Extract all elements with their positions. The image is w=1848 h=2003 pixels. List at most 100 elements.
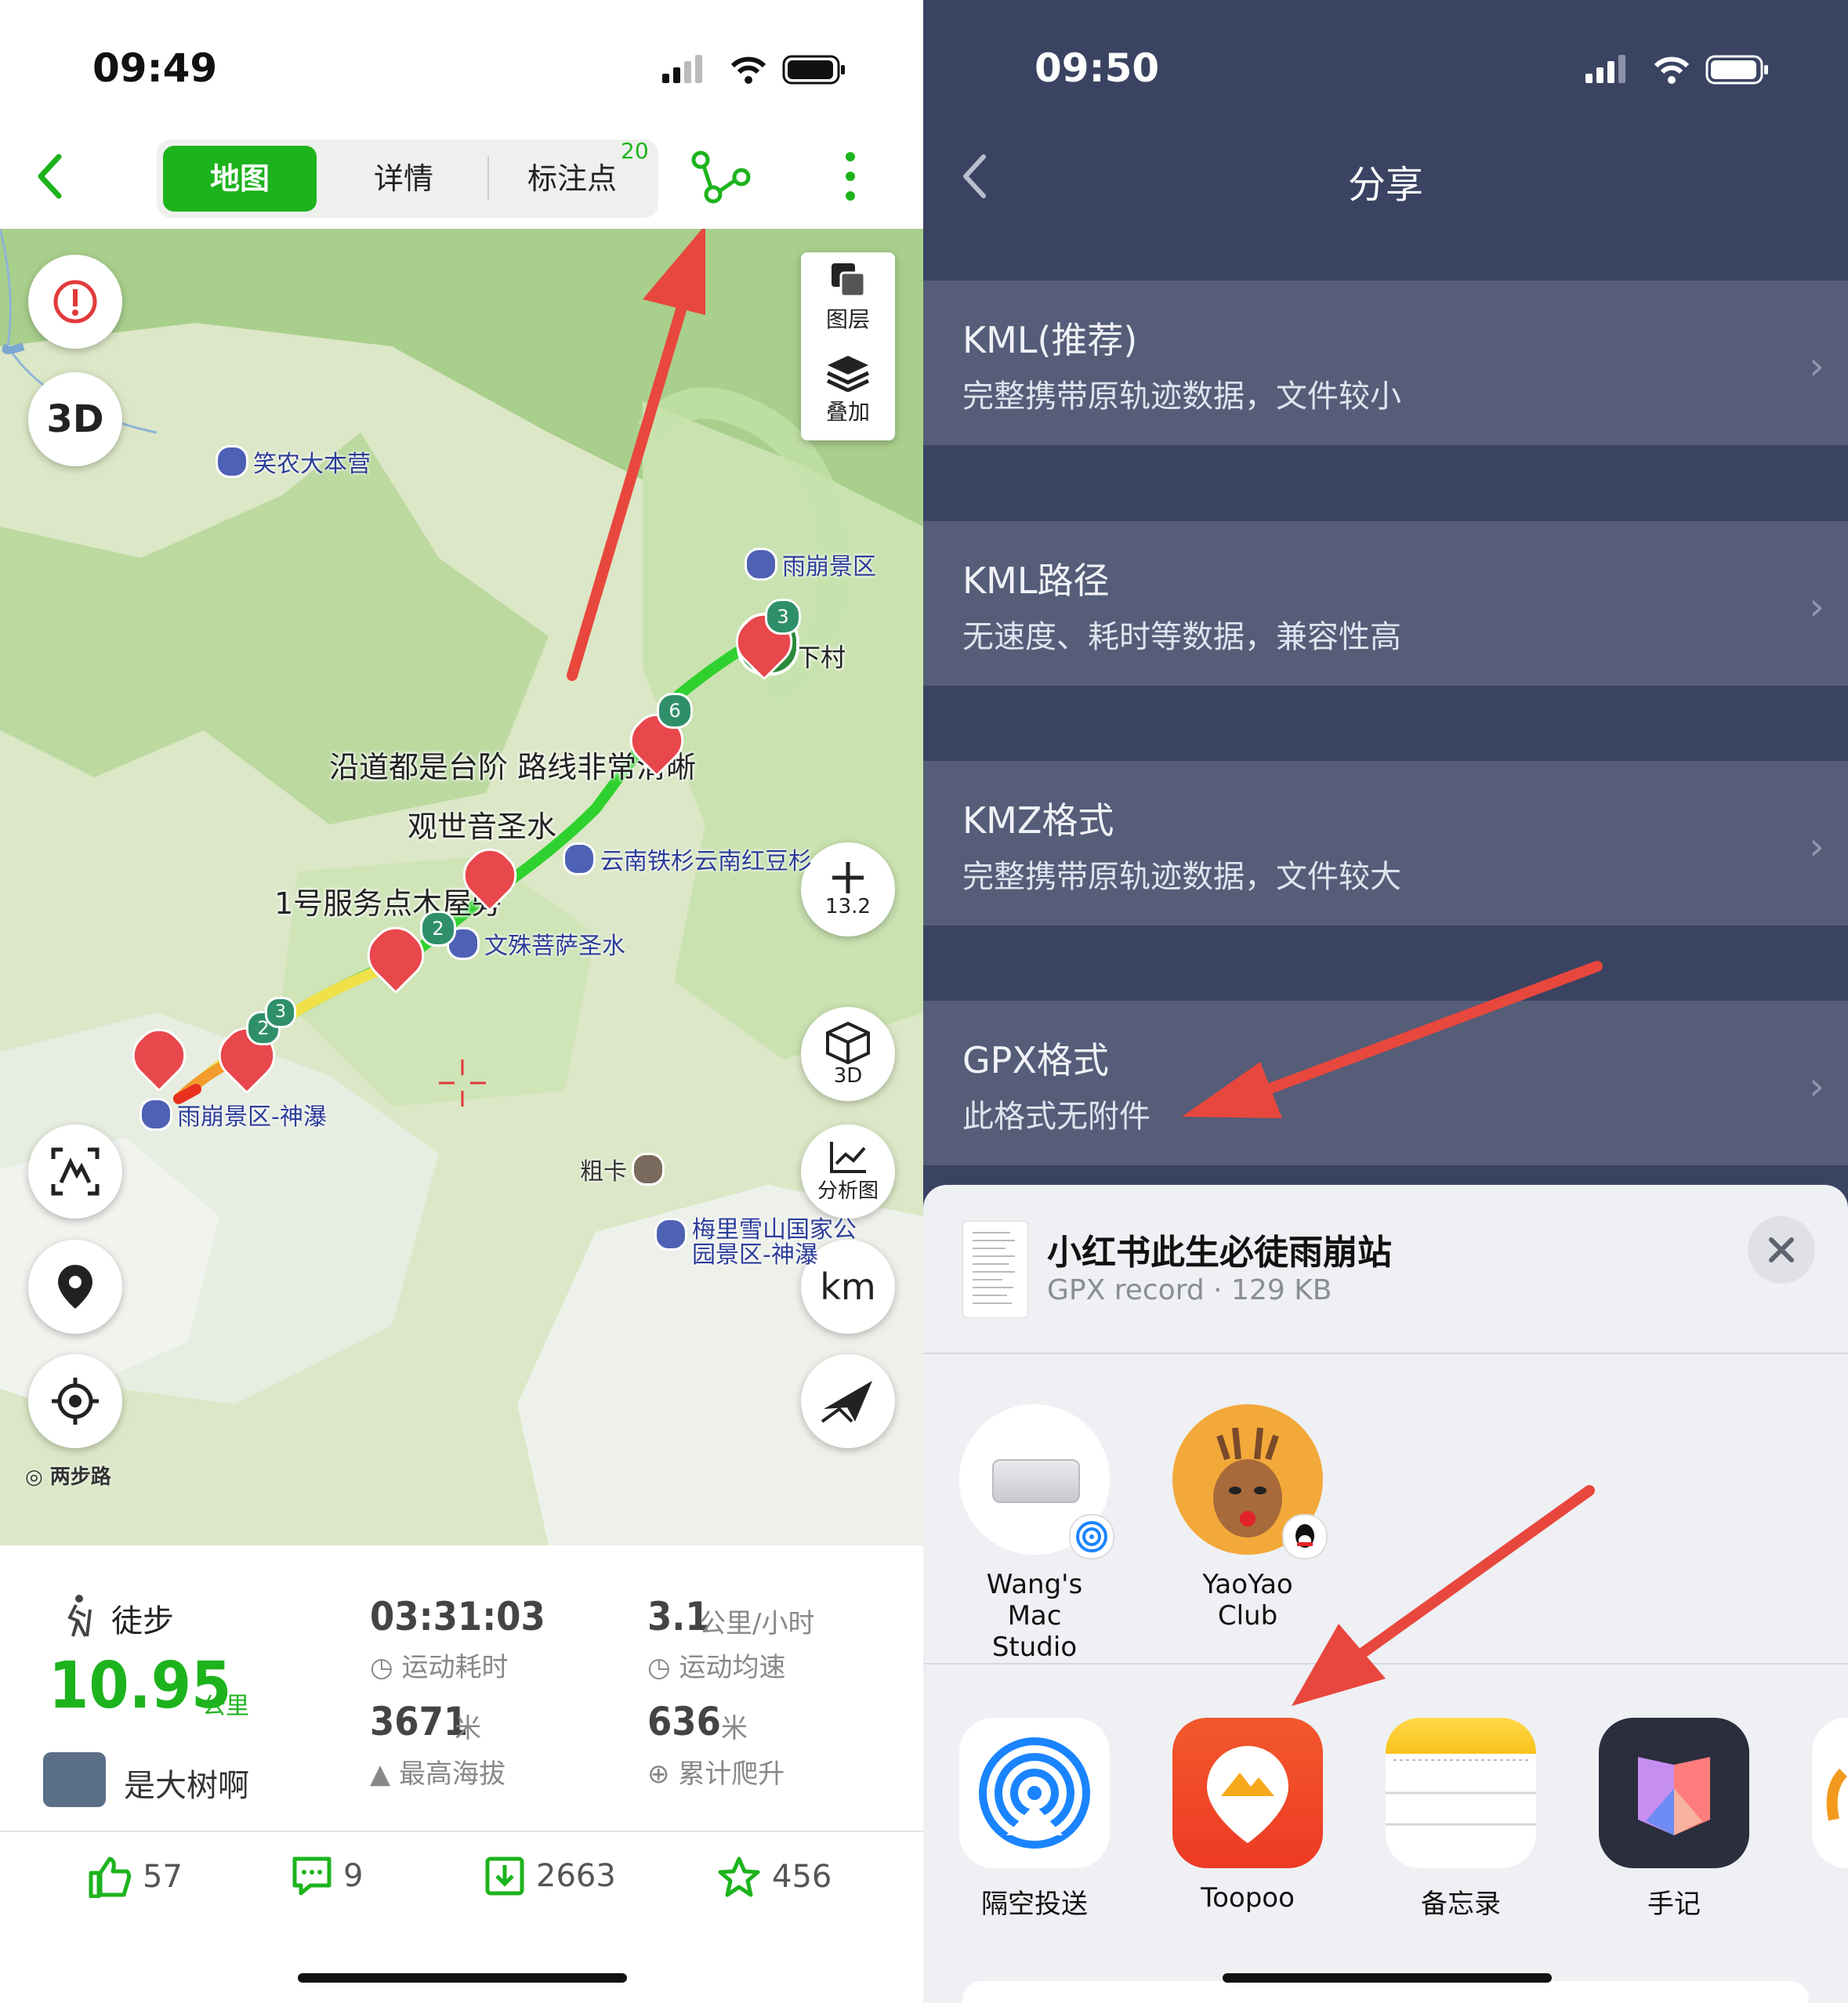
overlay-label: 叠加 (825, 399, 870, 425)
app-notes[interactable]: 备忘录 (1386, 1718, 1536, 1921)
option-kmz[interactable]: KMZ格式 完整携带原轨迹数据，文件较大 › (923, 761, 1848, 925)
option-title: GPX格式 (962, 1039, 1109, 1081)
like-button[interactable]: 57 (88, 1856, 183, 1898)
activity-type: 徒步 (111, 1603, 174, 1639)
option-description: 完整携带原轨迹数据，文件较小 (962, 379, 1401, 415)
back-button[interactable] (31, 149, 71, 207)
airdrop-device-mac-studio[interactable]: Wang's Mac Studio (959, 1404, 1114, 1663)
three-d-toggle[interactable]: 3D (28, 372, 122, 466)
cube-icon (826, 1021, 870, 1064)
option-kml-path[interactable]: KML路径 无速度、耗时等数据，兼容性高 › (923, 521, 1848, 686)
page-title: 分享 (1347, 163, 1423, 207)
poi-label: 云南铁杉云南红豆杉 (600, 848, 812, 875)
speed-label: ◷ 运动均速 (647, 1652, 786, 1683)
like-count: 57 (143, 1859, 183, 1895)
comment-button[interactable]: 9 (292, 1856, 363, 1896)
map-view[interactable]: 3D ◎ 两步路 图层 叠加 13.2 3D 分析图 km 笑农大本营 雨崩景区… (0, 229, 923, 1545)
duration-label: ◷ 运动耗时 (370, 1652, 509, 1683)
xiacun-label: 下村 (795, 643, 846, 672)
distance-unit: 公里 (202, 1693, 249, 1720)
poi-wenshu[interactable]: 文殊菩萨圣水 (447, 926, 625, 961)
three-d-view-button[interactable]: 3D (801, 1007, 895, 1101)
footprint-button[interactable] (28, 1240, 122, 1334)
airdrop-icon (959, 1718, 1110, 1868)
speed-unit: 公里/小时 (699, 1608, 815, 1639)
download-button[interactable]: 2663 (484, 1856, 616, 1896)
navigate-button[interactable] (801, 1354, 895, 1448)
poi-meili[interactable]: 梅里雪山国家公 园景区-神瀑 (654, 1218, 857, 1268)
favorite-button[interactable]: 456 (717, 1856, 832, 1898)
plus-icon (832, 862, 864, 893)
thumbs-up-icon (89, 1856, 132, 1898)
option-title: KML路径 (962, 560, 1110, 602)
poi-label: 梅里雪山国家公 园景区-神瀑 (692, 1218, 857, 1268)
poi-label: 文殊菩萨圣水 (484, 933, 625, 960)
option-kml-recommended[interactable]: KML(推荐) 完整携带原轨迹数据，文件较小 › (923, 281, 1848, 445)
status-icons (662, 52, 850, 89)
annotation-arrow (1292, 1485, 1595, 1706)
max-altitude-label-text: 最高海拔 (398, 1759, 505, 1790)
share-track-button[interactable] (690, 149, 752, 207)
divider (0, 1831, 923, 1832)
partial-app-icon[interactable] (1812, 1718, 1848, 1868)
comment-count: 9 (343, 1858, 364, 1894)
right-screenshot: 09:50 分享 KML(推荐) 完整携带原轨迹数据，文件较小 › KML路径 … (923, 0, 1848, 2003)
status-time: 09:50 (1035, 45, 1160, 91)
annotation-arrow (1182, 961, 1603, 1118)
hiking-icon (59, 1594, 98, 1641)
poi-yubeng[interactable]: 雨崩景区 (745, 547, 876, 581)
close-button[interactable] (1748, 1216, 1815, 1284)
home-indicator[interactable] (298, 1973, 627, 1983)
warning-icon (53, 280, 97, 324)
tab-details[interactable]: 详情 (325, 146, 482, 212)
device-name-line1: Wang's Mac (986, 1569, 1083, 1632)
layers-button[interactable]: 图层 (801, 260, 895, 334)
poi-label: 粗卡 (580, 1158, 627, 1186)
duration-label-text: 运动耗时 (401, 1652, 509, 1683)
poi-zuka[interactable]: 粗卡 (580, 1152, 665, 1186)
three-d-label: 3D (833, 1064, 863, 1088)
left-screenshot: 09:49 地图 详情 标注点 20 3D ◎ 两步路 图层 叠加 13.2 3… (0, 0, 923, 2003)
app-journal[interactable]: 手记 (1599, 1718, 1749, 1921)
report-button[interactable] (28, 255, 122, 349)
poi-yunnan[interactable]: 云南铁杉云南红豆杉 (563, 842, 812, 876)
user-name[interactable]: 是大树啊 (124, 1760, 249, 1806)
favorite-count: 456 (772, 1859, 832, 1895)
status-time: 09:49 (92, 45, 218, 91)
tab-map[interactable]: 地图 (163, 146, 317, 212)
my-location-button[interactable] (28, 1354, 122, 1448)
waypoints-badge: 20 (621, 138, 649, 164)
poi-shenpu[interactable]: 雨崩景区-神瀑 (140, 1097, 327, 1132)
close-icon (1769, 1237, 1794, 1262)
home-indicator[interactable] (1223, 1973, 1552, 1983)
app-toopoo[interactable]: Toopoo (1172, 1718, 1323, 1914)
option-description: 完整携带原轨迹数据，文件较大 (962, 859, 1401, 895)
poi-icon (140, 1098, 172, 1131)
airdrop-badge-icon (1069, 1514, 1114, 1559)
divider (923, 1353, 1848, 1354)
zoom-level: 13.2 (825, 895, 871, 918)
overlay-button[interactable]: 叠加 (801, 353, 895, 426)
file-meta: GPX record · 129 KB (1047, 1274, 1332, 1306)
journal-icon (1599, 1718, 1749, 1868)
option-title: KML(推荐) (962, 319, 1138, 361)
max-altitude-unit: 米 (455, 1713, 481, 1744)
paper-plane-icon (821, 1381, 872, 1423)
poi-xiaonong[interactable]: 笑农大本营 (216, 444, 371, 479)
waypoint-count-badge: 3 (765, 599, 801, 635)
climb-value: 636 (647, 1699, 721, 1744)
note-guanyin[interactable]: 观世音圣水 (408, 802, 556, 846)
comment-icon (292, 1856, 332, 1896)
download-count: 2663 (536, 1858, 616, 1894)
mountain-view-button[interactable] (28, 1125, 122, 1219)
waypoint-count-badge: 2 (420, 911, 456, 947)
app-airdrop[interactable]: 隔空投送 (959, 1718, 1110, 1921)
avatar[interactable] (43, 1752, 106, 1807)
option-title: KMZ格式 (962, 799, 1114, 842)
zoom-button[interactable]: 13.2 (801, 842, 895, 936)
device-name-line2: Studio (991, 1632, 1078, 1663)
layer-panel: 图层 叠加 (801, 252, 895, 440)
more-menu-button[interactable] (842, 149, 858, 207)
file-thumbnail (962, 1221, 1028, 1318)
analysis-button[interactable]: 分析图 (801, 1125, 895, 1219)
